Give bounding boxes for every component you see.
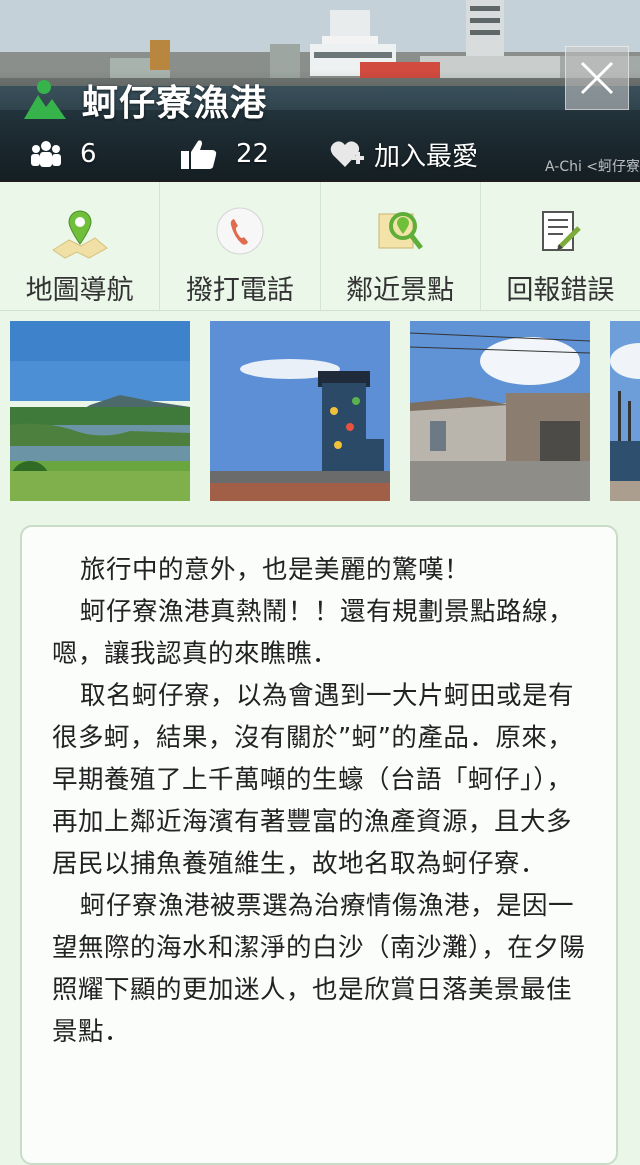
stats-row: 6 22 加入最愛 <box>30 132 478 176</box>
description-card: 旅行中的意外，也是美麗的驚嘆！ 蚵仔寮漁港真熱鬧！！還有規劃景點路線，嗯，讓我認… <box>20 525 618 1165</box>
visitors-count: 6 <box>80 139 97 169</box>
gallery-photo-1[interactable] <box>10 321 190 501</box>
lighthouse-photo <box>210 321 390 501</box>
nearby-search-icon <box>378 212 424 250</box>
nearby-spots-label: 鄰近景點 <box>346 275 455 306</box>
heart-plus-icon <box>330 141 364 167</box>
photo-gallery[interactable] <box>0 321 640 501</box>
place-title-row: 蚵仔寮漁港 <box>22 74 267 126</box>
header-photo: 蚵仔寮漁港 6 22 加入最愛 A-Chi <蚵仔寮 <box>0 0 640 180</box>
map-navigation-label: 地圖導航 <box>25 275 134 306</box>
report-error-label: 回報錯誤 <box>506 275 615 306</box>
description-paragraph-2: 蚵仔寮漁港真熱鬧！！還有規劃景點路線，嗯，讓我認真的來瞧瞧． <box>52 597 575 669</box>
description-paragraph-1: 旅行中的意外，也是美麗的驚嘆！ <box>80 555 471 585</box>
action-bar: 地圖導航 撥打電話 鄰近景點 回報錯誤 <box>0 182 640 311</box>
like-button[interactable]: 22 <box>180 138 330 170</box>
map-navigation-button[interactable]: 地圖導航 <box>0 182 161 310</box>
close-button[interactable] <box>565 46 629 110</box>
thumbs-up-icon <box>181 140 217 169</box>
favorite-label: 加入最愛 <box>374 141 479 172</box>
village-street-photo <box>410 321 590 501</box>
scenic-spot-icon <box>24 80 66 119</box>
call-phone-label: 撥打電話 <box>185 275 294 306</box>
phone-icon <box>216 207 264 255</box>
page-title: 蚵仔寮漁港 <box>82 83 268 124</box>
visitors-stat: 6 <box>30 139 180 169</box>
likes-count: 22 <box>236 139 270 169</box>
report-edit-icon <box>542 211 582 251</box>
photo-watermark: A-Chi <蚵仔寮 <box>545 159 640 175</box>
report-error-button[interactable]: 回報錯誤 <box>481 182 640 310</box>
gallery-photo-3[interactable] <box>410 321 590 501</box>
gallery-photo-4[interactable] <box>610 321 640 501</box>
call-phone-button[interactable]: 撥打電話 <box>160 182 321 310</box>
close-icon <box>580 61 614 95</box>
add-favorite-button[interactable]: 加入最愛 <box>330 136 478 173</box>
nearby-spots-button[interactable]: 鄰近景點 <box>321 182 481 310</box>
people-icon <box>31 141 61 167</box>
description-paragraph-3: 取名蚵仔寮，以為會遇到一大片蚵田或是有很多蚵，結果，沒有關於”蚵”的產品．原來，… <box>52 681 575 879</box>
description-paragraph-4: 蚵仔寮漁港被票選為治療情傷漁港，是因一望無際的海水和潔淨的白沙（南沙灘），在夕陽… <box>52 891 586 1047</box>
map-pin-icon <box>51 210 108 259</box>
river-wetland-photo <box>10 321 190 501</box>
gallery-photo-2[interactable] <box>210 321 390 501</box>
harbor-boats-photo <box>610 321 640 501</box>
